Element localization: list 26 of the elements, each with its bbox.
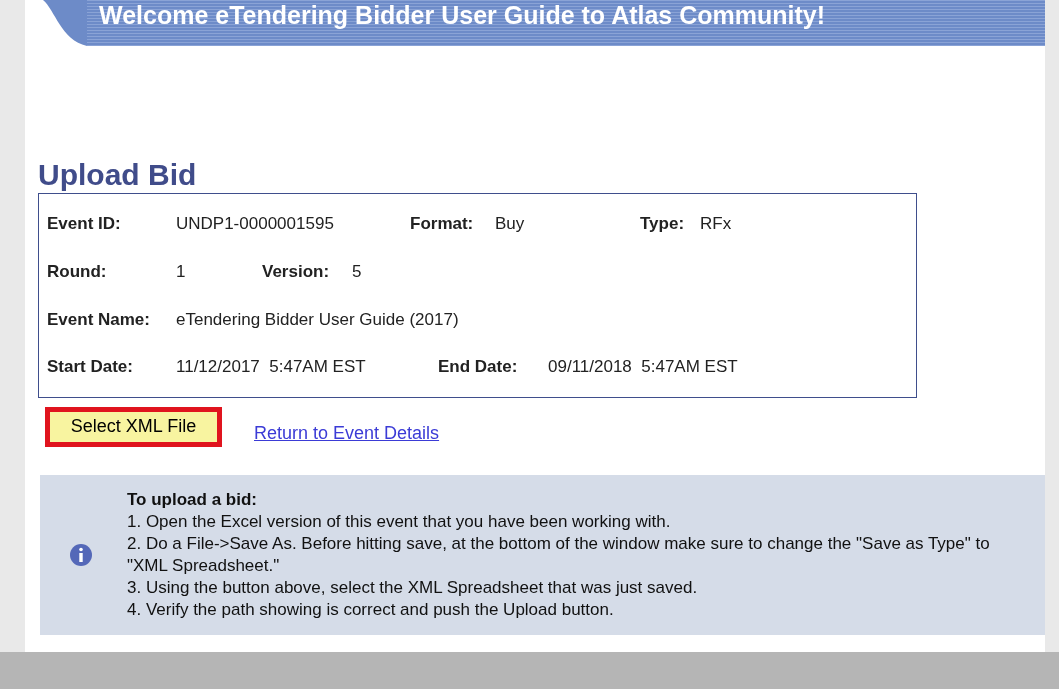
field-value: 11/12/2017 5:47AM EST xyxy=(176,356,367,379)
instruction-step: 2. Do a File->Save As. Before hitting save, at the bottom of the window make sure to change the "Save as Type" to "XML Spreadsheet." xyxy=(127,533,1002,577)
instruction-step: 4. Verify the path showing is correct and push the Upload button. xyxy=(127,599,1002,621)
instruction-step: 1. Open the Excel version of this event that you have been working with. xyxy=(127,511,1002,533)
field-label: Version: xyxy=(262,260,331,283)
field-label: Event ID: xyxy=(47,213,122,236)
field-value: 09/11/2018 5:47AM EST xyxy=(548,356,739,379)
field-value: RFx xyxy=(700,213,733,236)
field-label: Event Name: xyxy=(47,308,151,331)
welcome-banner: Welcome eTendering Bidder User Guide to Atlas Community! xyxy=(87,0,1045,46)
field-label: Start Date: xyxy=(47,356,134,379)
instructions-title: To upload a bid: xyxy=(127,489,258,511)
field-value: Buy xyxy=(495,213,526,236)
field-label: Format: xyxy=(410,213,475,236)
field-label: Type: xyxy=(640,213,686,236)
return-link[interactable]: Return to Event Details xyxy=(254,420,440,447)
field-value: 5 xyxy=(352,260,363,283)
field-label: Round: xyxy=(47,260,108,283)
field-label: End Date: xyxy=(438,356,519,379)
field-value: 1 xyxy=(176,260,187,283)
field-value: UNDP1-0000001595 xyxy=(176,213,335,236)
info-icon xyxy=(69,543,93,567)
field-value: eTendering Bidder User Guide (2017) xyxy=(176,308,460,331)
select-xml-file-button[interactable]: Select XML File xyxy=(45,406,222,447)
instruction-step: 3. Using the button above, select the XML Spreadsheet that was just saved. xyxy=(127,577,1002,599)
page-title: Upload Bid xyxy=(38,157,197,193)
